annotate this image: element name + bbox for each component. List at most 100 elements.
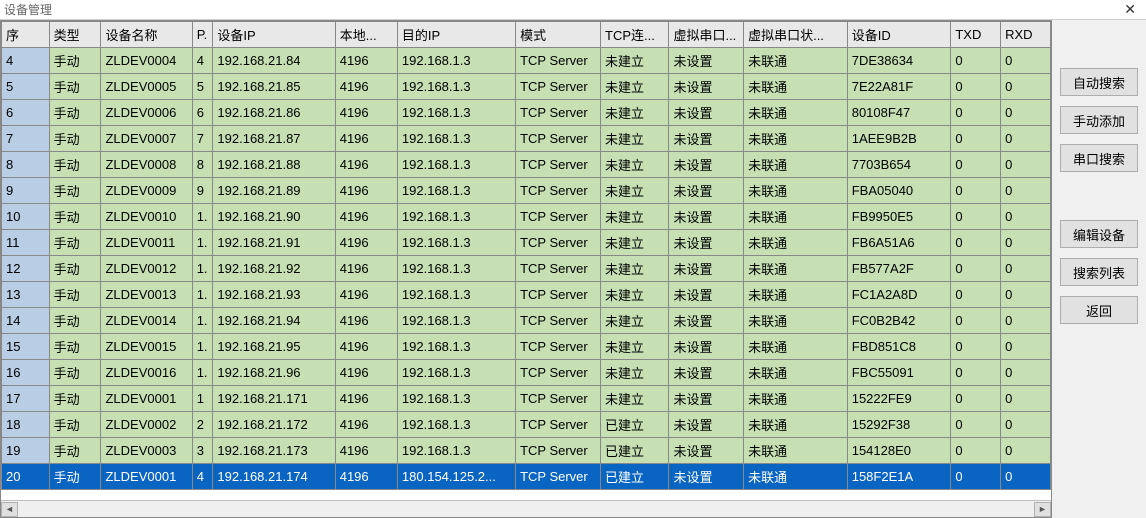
- cell-type[interactable]: 手动: [49, 360, 101, 386]
- cell-seq[interactable]: 13: [2, 282, 50, 308]
- cell-seq[interactable]: 4: [2, 48, 50, 74]
- cell-mode[interactable]: TCP Server: [516, 74, 601, 100]
- cell-lport[interactable]: 4196: [335, 412, 397, 438]
- cell-rxd[interactable]: 0: [1001, 308, 1051, 334]
- cell-devid[interactable]: 1AEE9B2B: [847, 126, 951, 152]
- cell-txd[interactable]: 0: [951, 74, 1001, 100]
- cell-lport[interactable]: 4196: [335, 152, 397, 178]
- cell-seq[interactable]: 10: [2, 204, 50, 230]
- cell-p[interactable]: 1.: [192, 256, 213, 282]
- cell-seq[interactable]: 20: [2, 464, 50, 490]
- cell-mode[interactable]: TCP Server: [516, 48, 601, 74]
- cell-name[interactable]: ZLDEV0013: [101, 282, 192, 308]
- cell-p[interactable]: 5: [192, 74, 213, 100]
- cell-mode[interactable]: TCP Server: [516, 464, 601, 490]
- cell-lport[interactable]: 4196: [335, 334, 397, 360]
- cell-lport[interactable]: 4196: [335, 74, 397, 100]
- cell-name[interactable]: ZLDEV0015: [101, 334, 192, 360]
- cell-vstat[interactable]: 未联通: [744, 152, 848, 178]
- cell-devid[interactable]: 15292F38: [847, 412, 951, 438]
- cell-vstat[interactable]: 未联通: [744, 282, 848, 308]
- cell-devid[interactable]: 15222FE9: [847, 386, 951, 412]
- cell-type[interactable]: 手动: [49, 230, 101, 256]
- cell-vstat[interactable]: 未联通: [744, 204, 848, 230]
- manual-add-button[interactable]: 手动添加: [1060, 106, 1138, 134]
- cell-txd[interactable]: 0: [951, 230, 1001, 256]
- cell-rxd[interactable]: 0: [1001, 282, 1051, 308]
- cell-dip[interactable]: 192.168.1.3: [397, 178, 515, 204]
- cell-vcom[interactable]: 未设置: [669, 464, 744, 490]
- cell-name[interactable]: ZLDEV0014: [101, 308, 192, 334]
- cell-rxd[interactable]: 0: [1001, 334, 1051, 360]
- cell-name[interactable]: ZLDEV0008: [101, 152, 192, 178]
- cell-mode[interactable]: TCP Server: [516, 334, 601, 360]
- search-list-button[interactable]: 搜索列表: [1060, 258, 1138, 286]
- cell-mode[interactable]: TCP Server: [516, 438, 601, 464]
- cell-devid[interactable]: 158F2E1A: [847, 464, 951, 490]
- cell-type[interactable]: 手动: [49, 412, 101, 438]
- column-header[interactable]: 目的IP: [397, 22, 515, 48]
- cell-lport[interactable]: 4196: [335, 178, 397, 204]
- cell-tcp[interactable]: 未建立: [601, 204, 669, 230]
- cell-rxd[interactable]: 0: [1001, 412, 1051, 438]
- scroll-left-icon[interactable]: ◄: [1, 502, 18, 517]
- cell-lport[interactable]: 4196: [335, 464, 397, 490]
- cell-p[interactable]: 4: [192, 48, 213, 74]
- cell-vstat[interactable]: 未联通: [744, 74, 848, 100]
- column-header[interactable]: 虚拟串口...: [669, 22, 744, 48]
- column-header[interactable]: 设备IP: [213, 22, 335, 48]
- column-header[interactable]: TCP连...: [601, 22, 669, 48]
- cell-lport[interactable]: 4196: [335, 100, 397, 126]
- cell-type[interactable]: 手动: [49, 100, 101, 126]
- column-header[interactable]: 虚拟串口状...: [744, 22, 848, 48]
- cell-ip[interactable]: 192.168.21.84: [213, 48, 335, 74]
- cell-devid[interactable]: FBD851C8: [847, 334, 951, 360]
- cell-mode[interactable]: TCP Server: [516, 282, 601, 308]
- table-row[interactable]: 8手动ZLDEV00088192.168.21.884196192.168.1.…: [2, 152, 1051, 178]
- cell-tcp[interactable]: 未建立: [601, 308, 669, 334]
- cell-p[interactable]: 8: [192, 152, 213, 178]
- table-row[interactable]: 14手动ZLDEV00141.192.168.21.944196192.168.…: [2, 308, 1051, 334]
- cell-vstat[interactable]: 未联通: [744, 230, 848, 256]
- column-header[interactable]: 类型: [49, 22, 101, 48]
- cell-rxd[interactable]: 0: [1001, 178, 1051, 204]
- cell-txd[interactable]: 0: [951, 48, 1001, 74]
- cell-type[interactable]: 手动: [49, 256, 101, 282]
- cell-tcp[interactable]: 未建立: [601, 386, 669, 412]
- cell-tcp[interactable]: 未建立: [601, 256, 669, 282]
- cell-ip[interactable]: 192.168.21.92: [213, 256, 335, 282]
- cell-lport[interactable]: 4196: [335, 256, 397, 282]
- cell-tcp[interactable]: 未建立: [601, 100, 669, 126]
- cell-rxd[interactable]: 0: [1001, 48, 1051, 74]
- cell-vcom[interactable]: 未设置: [669, 438, 744, 464]
- cell-mode[interactable]: TCP Server: [516, 230, 601, 256]
- cell-type[interactable]: 手动: [49, 386, 101, 412]
- cell-p[interactable]: 1.: [192, 230, 213, 256]
- cell-vstat[interactable]: 未联通: [744, 308, 848, 334]
- cell-ip[interactable]: 192.168.21.85: [213, 74, 335, 100]
- cell-seq[interactable]: 18: [2, 412, 50, 438]
- cell-ip[interactable]: 192.168.21.86: [213, 100, 335, 126]
- cell-rxd[interactable]: 0: [1001, 230, 1051, 256]
- table-row[interactable]: 18手动ZLDEV00022192.168.21.1724196192.168.…: [2, 412, 1051, 438]
- cell-mode[interactable]: TCP Server: [516, 204, 601, 230]
- table-row[interactable]: 16手动ZLDEV00161.192.168.21.964196192.168.…: [2, 360, 1051, 386]
- cell-lport[interactable]: 4196: [335, 204, 397, 230]
- cell-ip[interactable]: 192.168.21.174: [213, 464, 335, 490]
- cell-name[interactable]: ZLDEV0004: [101, 48, 192, 74]
- cell-p[interactable]: 1: [192, 386, 213, 412]
- cell-lport[interactable]: 4196: [335, 282, 397, 308]
- cell-vcom[interactable]: 未设置: [669, 334, 744, 360]
- cell-seq[interactable]: 19: [2, 438, 50, 464]
- column-header[interactable]: 模式: [516, 22, 601, 48]
- cell-ip[interactable]: 192.168.21.96: [213, 360, 335, 386]
- cell-ip[interactable]: 192.168.21.91: [213, 230, 335, 256]
- cell-dip[interactable]: 192.168.1.3: [397, 308, 515, 334]
- column-header[interactable]: 设备ID: [847, 22, 951, 48]
- cell-type[interactable]: 手动: [49, 282, 101, 308]
- cell-mode[interactable]: TCP Server: [516, 100, 601, 126]
- close-icon[interactable]: ✕: [1118, 1, 1142, 18]
- cell-rxd[interactable]: 0: [1001, 126, 1051, 152]
- cell-tcp[interactable]: 未建立: [601, 74, 669, 100]
- cell-dip[interactable]: 192.168.1.3: [397, 152, 515, 178]
